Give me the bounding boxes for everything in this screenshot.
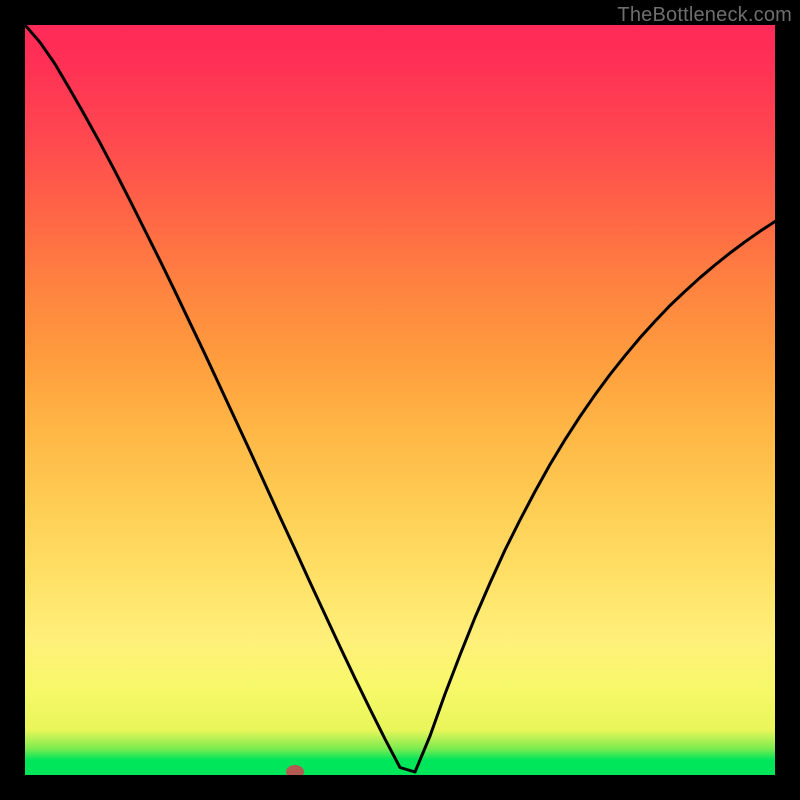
chart-frame: TheBottleneck.com bbox=[0, 0, 800, 800]
plot-area bbox=[25, 25, 775, 775]
watermark-label: TheBottleneck.com bbox=[617, 4, 792, 27]
curve-layer bbox=[25, 25, 775, 775]
marker-dot bbox=[286, 765, 304, 775]
bottleneck-curve-path bbox=[25, 25, 775, 772]
